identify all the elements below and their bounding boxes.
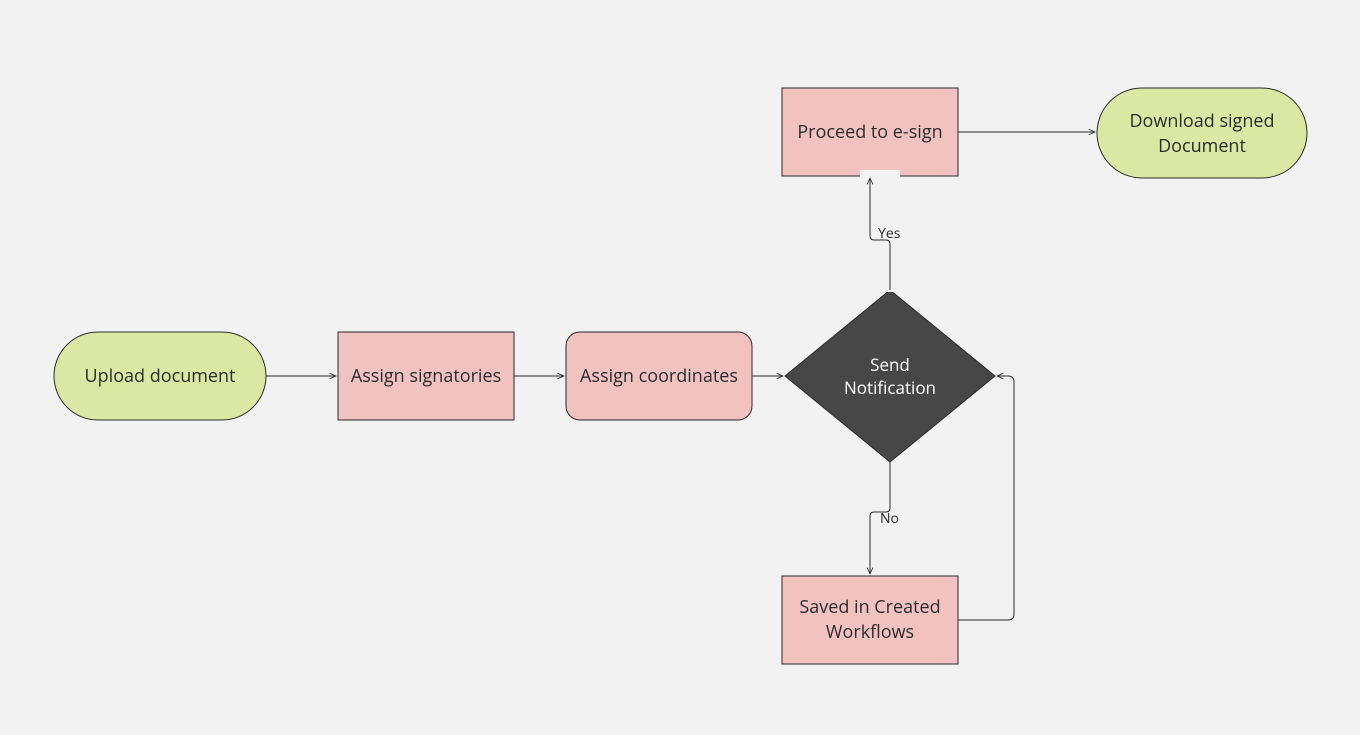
node-saved-workflows-line1: Saved in Created [799,595,940,619]
node-assign-coordinates-label: Assign coordinates [580,364,738,388]
node-download-document-line2: Document [1158,134,1246,158]
flowchart-diagram: Upload document Assign signatories Assig… [0,0,1360,735]
edge-label-yes: Yes [878,224,901,243]
node-send-notification: Send Notification [785,290,995,462]
node-upload-document-label: Upload document [85,364,236,388]
node-upload-document: Upload document [54,332,266,420]
node-saved-workflows: Saved in Created Workflows [782,576,958,664]
node-download-document: Download signed Document [1097,88,1307,178]
edge-saved-to-decision [958,376,1014,620]
node-assign-signatories: Assign signatories [338,332,514,420]
node-download-document-line1: Download signed [1130,109,1275,133]
node-assign-coordinates: Assign coordinates [566,332,752,420]
node-proceed-esign: Proceed to e-sign [782,88,958,176]
node-send-notification-line2: Notification [844,376,936,399]
node-assign-signatories-label: Assign signatories [351,364,501,388]
node-proceed-esign-label: Proceed to e-sign [797,120,942,144]
edge-label-no: No [880,509,899,528]
node-saved-workflows-line2: Workflows [826,620,914,644]
node-send-notification-line1: Send [870,353,910,376]
